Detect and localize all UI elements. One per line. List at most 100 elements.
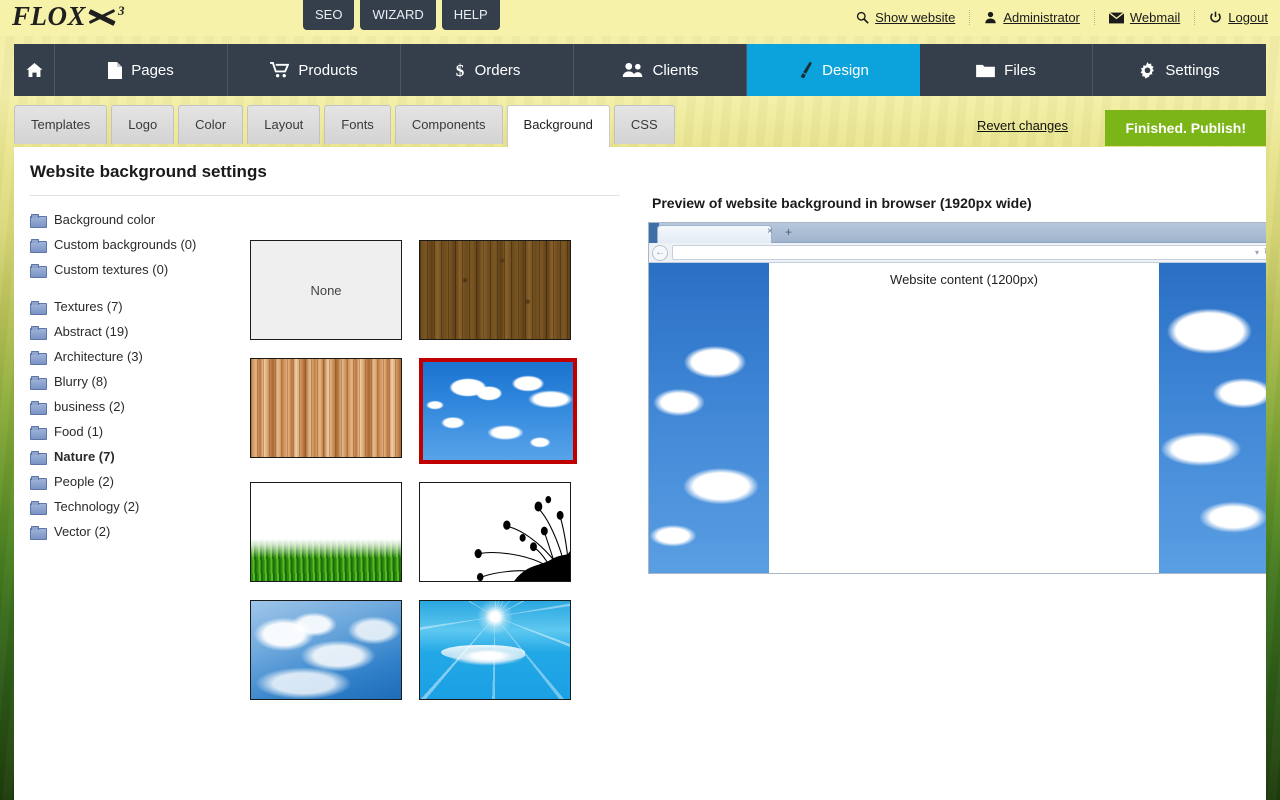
thumbnail-row <box>250 600 610 700</box>
new-tab-icon[interactable]: + <box>785 225 792 239</box>
folder-icon <box>30 425 47 440</box>
chevron-down-icon[interactable]: ▾ <box>1255 248 1259 257</box>
logo-text: FLOX <box>12 1 87 31</box>
svg-text:$: $ <box>455 61 464 79</box>
category-people[interactable]: People (2) <box>30 469 240 494</box>
publish-button[interactable]: Finished. Publish! <box>1105 110 1266 146</box>
folder-icon <box>30 500 47 515</box>
thumbnail-island[interactable] <box>419 600 571 700</box>
nav-item-settings[interactable]: Settings <box>1093 44 1266 96</box>
logout-label: Logout <box>1228 10 1268 25</box>
power-icon <box>1209 11 1222 24</box>
app-logo[interactable]: FLOX 3 <box>12 1 125 32</box>
tab-logo[interactable]: Logo <box>111 105 175 144</box>
folder-icon <box>30 375 47 390</box>
revert-changes-link[interactable]: Revert changes <box>977 118 1068 133</box>
preview-background-right <box>1159 263 1266 573</box>
wizard-button[interactable]: WIZARD <box>360 0 436 30</box>
browser-viewport: Website content (1200px) <box>649 263 1266 573</box>
category-list: Background color Custom backgrounds (0) … <box>30 207 240 544</box>
nav-item-orders[interactable]: $ Orders <box>401 44 574 96</box>
nav-label-products: Products <box>298 61 358 79</box>
brush-icon <box>797 61 813 79</box>
browser-urlbar: ← ▾ ↻ <box>649 243 1266 263</box>
category-blurry[interactable]: Blurry (8) <box>30 369 240 394</box>
tab-fonts[interactable]: Fonts <box>324 105 391 144</box>
category-label: Custom backgrounds (0) <box>54 237 197 252</box>
users-icon <box>622 62 644 78</box>
thumbnail-clouds[interactable] <box>250 600 402 700</box>
preview-title: Preview of website background in browser… <box>652 195 1032 211</box>
close-icon[interactable]: × <box>767 226 773 237</box>
category-label: Architecture (3) <box>54 349 143 364</box>
nav-label-pages: Pages <box>131 61 174 79</box>
category-vector[interactable]: Vector (2) <box>30 519 240 544</box>
category-label: Custom textures (0) <box>54 262 169 277</box>
category-label: People (2) <box>54 474 114 489</box>
logout-link[interactable]: Logout <box>1195 10 1272 25</box>
category-background-color[interactable]: Background color <box>30 207 240 232</box>
tab-background[interactable]: Background <box>506 105 610 147</box>
seo-button[interactable]: SEO <box>303 0 355 30</box>
nav-item-products[interactable]: Products <box>228 44 401 96</box>
island-shape <box>441 645 525 661</box>
envelope-icon <box>1108 11 1124 24</box>
reload-icon[interactable]: ↻ <box>1264 246 1266 259</box>
thumbnail-wood-dark[interactable] <box>419 240 571 340</box>
plant-silhouette-icon <box>474 496 570 581</box>
nav-label-settings: Settings <box>1165 61 1220 79</box>
category-technology[interactable]: Technology (2) <box>30 494 240 519</box>
category-label: business (2) <box>54 399 125 414</box>
title-divider <box>30 195 620 196</box>
category-custom-backgrounds[interactable]: Custom backgrounds (0) <box>30 232 240 257</box>
top-header-bar: FLOX 3 SEO WIZARD HELP Show website Admin… <box>0 0 1280 36</box>
nav-item-clients[interactable]: Clients <box>574 44 747 96</box>
thumbnail-none[interactable]: None <box>250 240 402 340</box>
show-website-link[interactable]: Show website <box>842 10 971 25</box>
tab-css[interactable]: CSS <box>613 105 675 144</box>
home-icon <box>26 62 43 78</box>
content-panel: Website background settings Background c… <box>14 147 1266 800</box>
browser-tab[interactable] <box>657 225 772 243</box>
administrator-link[interactable]: Administrator <box>970 10 1095 25</box>
thumbnail-silhouette[interactable] <box>419 482 571 582</box>
folder-icon <box>30 450 47 465</box>
folder-icon <box>30 325 47 340</box>
nav-item-pages[interactable]: Pages <box>55 44 228 96</box>
back-arrow-icon[interactable]: ← <box>652 244 668 261</box>
user-icon <box>984 11 997 24</box>
category-label: Abstract (19) <box>54 324 129 339</box>
folder-icon <box>30 263 47 278</box>
folder-icon <box>30 238 47 253</box>
thumbnail-wood-light[interactable] <box>250 358 402 458</box>
header-mode-buttons: SEO WIZARD HELP <box>303 0 500 30</box>
preview-content-area: Website content (1200px) <box>768 263 1160 573</box>
nav-label-files: Files <box>1004 61 1036 79</box>
category-nature[interactable]: Nature (7) <box>30 444 240 469</box>
url-input[interactable] <box>672 245 1266 260</box>
category-abstract[interactable]: Abstract (19) <box>30 319 240 344</box>
tab-templates[interactable]: Templates <box>14 105 108 144</box>
webmail-link[interactable]: Webmail <box>1095 10 1196 25</box>
nav-item-design[interactable]: Design <box>747 44 920 96</box>
tab-color[interactable]: Color <box>178 105 244 144</box>
category-textures[interactable]: Textures (7) <box>30 294 240 319</box>
folder-icon <box>30 475 47 490</box>
tab-layout[interactable]: Layout <box>247 105 321 144</box>
category-label: Nature (7) <box>54 449 115 464</box>
folder-icon <box>30 350 47 365</box>
page-icon <box>108 61 123 79</box>
category-architecture[interactable]: Architecture (3) <box>30 344 240 369</box>
nav-item-files[interactable]: Files <box>920 44 1093 96</box>
category-business[interactable]: business (2) <box>30 394 240 419</box>
thumbnail-row <box>250 358 610 464</box>
nav-label-orders: Orders <box>474 61 521 79</box>
tab-components[interactable]: Components <box>394 105 503 144</box>
thumbnail-grass[interactable] <box>250 482 402 582</box>
thumbnail-sky-selected[interactable] <box>419 358 577 464</box>
nav-item-home[interactable] <box>14 44 55 96</box>
category-food[interactable]: Food (1) <box>30 419 240 444</box>
help-button[interactable]: HELP <box>441 0 500 30</box>
category-custom-textures[interactable]: Custom textures (0) <box>30 257 240 282</box>
gear-icon <box>1139 61 1156 79</box>
